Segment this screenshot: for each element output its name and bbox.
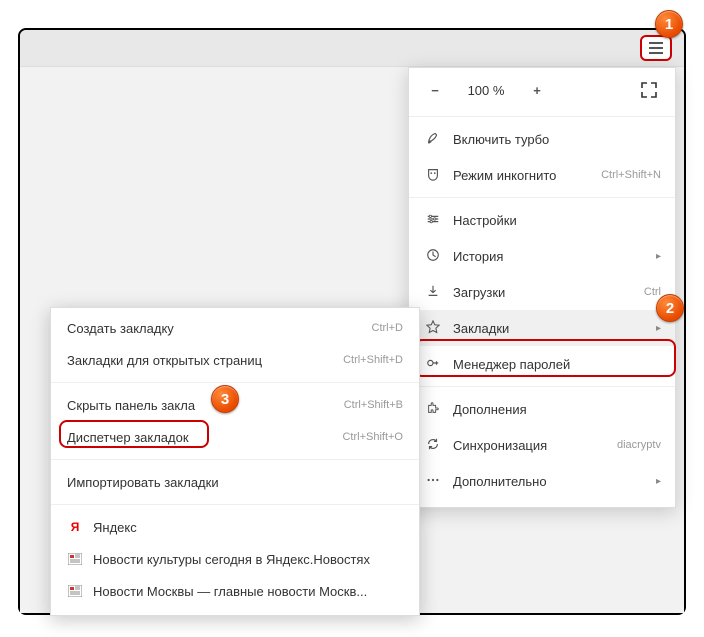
submenu-item-label: Закладки для открытых страниц [67, 353, 343, 368]
separator [409, 116, 675, 117]
shortcut-hint: Ctrl+Shift+D [343, 354, 403, 366]
menu-item-incognito[interactable]: Режим инкогнито Ctrl+Shift+N [409, 157, 675, 193]
submenu-item-label: Импортировать закладки [67, 475, 403, 490]
submenu-arrow-icon: ▸ [656, 251, 661, 262]
zoom-out-button[interactable]: − [421, 76, 449, 104]
menu-item-passwords[interactable]: Менеджер паролей [409, 346, 675, 382]
menu-item-label: Настройки [453, 213, 661, 228]
menu-item-label: Дополнения [453, 402, 661, 417]
separator [51, 459, 419, 460]
menu-item-more[interactable]: Дополнительно ▸ [409, 463, 675, 499]
ellipsis-icon [423, 473, 443, 490]
submenu-item-bookmark-yandex[interactable]: Я Яндекс [51, 511, 419, 543]
menu-item-label: История [453, 249, 650, 264]
rocket-icon [423, 131, 443, 148]
menu-item-label: Закладки [453, 321, 650, 336]
separator [409, 197, 675, 198]
menu-item-downloads[interactable]: Загрузки Ctrl [409, 274, 675, 310]
submenu-item-label: Скрыть панель закла [67, 398, 344, 413]
submenu-item-bookmark-open-tabs[interactable]: Закладки для открытых страниц Ctrl+Shift… [51, 344, 419, 376]
menu-item-label: Включить турбо [453, 132, 661, 147]
submenu-item-label: Яндекс [93, 520, 403, 535]
menu-item-label: Синхронизация [453, 438, 617, 453]
menu-item-label: Дополнительно [453, 474, 650, 489]
bookmarks-submenu: Создать закладку Ctrl+D Закладки для отк… [50, 307, 420, 616]
zoom-in-button[interactable]: + [523, 76, 551, 104]
zoom-controls: − 100 % + [409, 68, 675, 112]
history-icon [423, 248, 443, 265]
zoom-value: 100 % [449, 83, 523, 98]
incognito-icon [423, 167, 443, 184]
shortcut-hint: Ctrl [644, 286, 661, 298]
main-menu: − 100 % + Включить турбо Режим инког [408, 67, 676, 508]
separator [409, 386, 675, 387]
menu-item-bookmarks[interactable]: Закладки ▸ [409, 310, 675, 346]
key-icon [423, 356, 443, 373]
menu-item-turbo[interactable]: Включить турбо [409, 121, 675, 157]
news-favicon [67, 551, 83, 567]
submenu-item-label: Новости Москвы — главные новости Москв..… [93, 584, 403, 599]
submenu-arrow-icon: ▸ [656, 476, 661, 487]
submenu-arrow-icon: ▸ [656, 323, 661, 334]
menu-item-label: Режим инкогнито [453, 168, 601, 183]
submenu-item-label: Новости культуры сегодня в Яндекс.Новост… [93, 552, 403, 567]
menu-item-label: Менеджер паролей [453, 357, 661, 372]
settings-icon [423, 212, 443, 229]
submenu-item-bookmark-news2[interactable]: Новости Москвы — главные новости Москв..… [51, 575, 419, 607]
separator [51, 504, 419, 505]
shortcut-hint: Ctrl+Shift+B [344, 399, 403, 411]
shortcut-hint: Ctrl+Shift+O [342, 431, 403, 443]
star-icon [423, 320, 443, 337]
submenu-item-bookmark-news1[interactable]: Новости культуры сегодня в Яндекс.Новост… [51, 543, 419, 575]
hamburger-menu-button[interactable] [640, 35, 672, 61]
menu-item-label: Загрузки [453, 285, 644, 300]
sync-icon [423, 437, 443, 454]
step-badge-1: 1 [655, 10, 683, 38]
menu-item-settings[interactable]: Настройки [409, 202, 675, 238]
separator [51, 382, 419, 383]
browser-top-bar [20, 30, 684, 66]
browser-content-area: оч − 100 % + Включить турбо [20, 66, 684, 613]
submenu-item-bookmark-manager[interactable]: Диспетчер закладок Ctrl+Shift+O [51, 421, 419, 453]
shortcut-hint: Ctrl+Shift+N [601, 169, 661, 181]
submenu-item-import-bookmarks[interactable]: Импортировать закладки [51, 466, 419, 498]
submenu-item-create-bookmark[interactable]: Создать закладку Ctrl+D [51, 312, 419, 344]
step-badge-3: 3 [211, 385, 239, 413]
menu-item-addons[interactable]: Дополнения [409, 391, 675, 427]
submenu-item-label: Диспетчер закладок [67, 430, 342, 445]
submenu-item-label: Создать закладку [67, 321, 372, 336]
step-badge-2: 2 [656, 294, 684, 322]
fullscreen-button[interactable] [635, 76, 663, 104]
shortcut-hint: Ctrl+D [372, 322, 403, 334]
news-favicon [67, 583, 83, 599]
window-frame: оч − 100 % + Включить турбо [18, 28, 686, 615]
puzzle-icon [423, 401, 443, 418]
sync-account-hint: diacryptv [617, 439, 661, 451]
download-icon [423, 284, 443, 301]
yandex-favicon: Я [67, 519, 83, 535]
menu-item-history[interactable]: История ▸ [409, 238, 675, 274]
menu-item-sync[interactable]: Синхронизация diacryptv [409, 427, 675, 463]
